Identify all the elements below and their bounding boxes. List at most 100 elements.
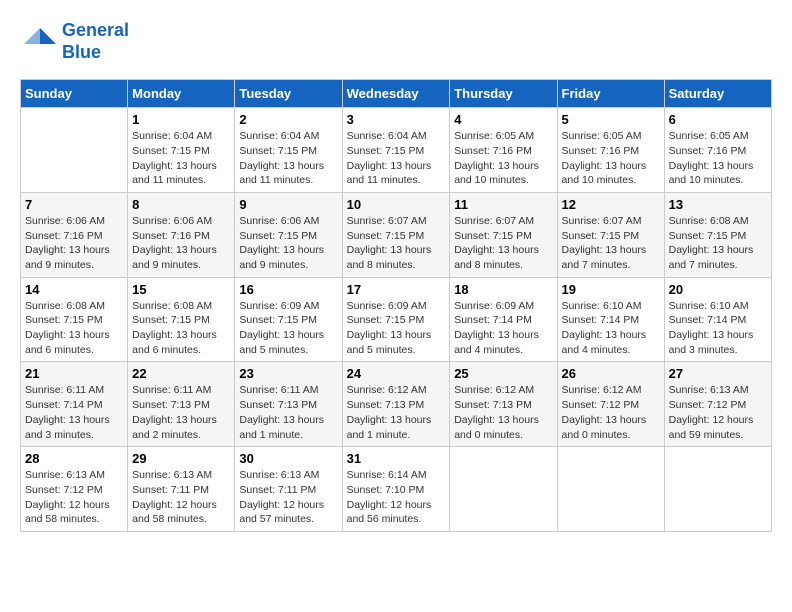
day-number: 7 bbox=[25, 197, 123, 212]
calendar-cell: 27 Sunrise: 6:13 AM Sunset: 7:12 PM Dayli… bbox=[664, 362, 771, 447]
day-info: Sunrise: 6:12 AM Sunset: 7:12 PM Dayligh… bbox=[562, 383, 660, 442]
day-number: 8 bbox=[132, 197, 230, 212]
header-thursday: Thursday bbox=[450, 80, 557, 108]
page-header: General Blue bbox=[20, 20, 772, 63]
day-info: Sunrise: 6:08 AM Sunset: 7:15 PM Dayligh… bbox=[132, 299, 230, 358]
calendar-cell: 2 Sunrise: 6:04 AM Sunset: 7:15 PM Daylig… bbox=[235, 108, 342, 193]
day-number: 4 bbox=[454, 112, 552, 127]
calendar-cell: 23Sunrise: 6:11 AM Sunset: 7:13 PM Dayli… bbox=[235, 362, 342, 447]
day-number: 26 bbox=[562, 366, 660, 381]
day-number: 6 bbox=[669, 112, 767, 127]
calendar-cell: 15 Sunrise: 6:08 AM Sunset: 7:15 PM Dayli… bbox=[128, 277, 235, 362]
calendar-cell: 18 Sunrise: 6:09 AM Sunset: 7:14 PM Dayli… bbox=[450, 277, 557, 362]
day-info: Sunrise: 6:12 AM Sunset: 7:13 PM Dayligh… bbox=[347, 383, 446, 442]
calendar-cell: 16 Sunrise: 6:09 AM Sunset: 7:15 PM Dayli… bbox=[235, 277, 342, 362]
day-number: 19 bbox=[562, 282, 660, 297]
calendar-table: SundayMondayTuesdayWednesdayThursdayFrid… bbox=[20, 79, 772, 532]
calendar-cell: 10 Sunrise: 6:07 AM Sunset: 7:15 PM Dayli… bbox=[342, 192, 450, 277]
calendar-cell: 20 Sunrise: 6:10 AM Sunset: 7:14 PM Dayli… bbox=[664, 277, 771, 362]
day-info: Sunrise: 6:06 AM Sunset: 7:15 PM Dayligh… bbox=[239, 214, 337, 273]
calendar-cell bbox=[450, 447, 557, 532]
day-info: Sunrise: 6:08 AM Sunset: 7:15 PM Dayligh… bbox=[669, 214, 767, 273]
day-info: Sunrise: 6:12 AM Sunset: 7:13 PM Dayligh… bbox=[454, 383, 552, 442]
day-number: 12 bbox=[562, 197, 660, 212]
day-info: Sunrise: 6:11 AM Sunset: 7:14 PM Dayligh… bbox=[25, 383, 123, 442]
day-info: Sunrise: 6:06 AM Sunset: 7:16 PM Dayligh… bbox=[25, 214, 123, 273]
day-info: Sunrise: 6:10 AM Sunset: 7:14 PM Dayligh… bbox=[669, 299, 767, 358]
day-info: Sunrise: 6:07 AM Sunset: 7:15 PM Dayligh… bbox=[562, 214, 660, 273]
header-friday: Friday bbox=[557, 80, 664, 108]
calendar-week-4: 21Sunrise: 6:11 AM Sunset: 7:14 PM Dayli… bbox=[21, 362, 772, 447]
day-number: 10 bbox=[347, 197, 446, 212]
calendar-cell: 5Sunrise: 6:05 AM Sunset: 7:16 PM Daylig… bbox=[557, 108, 664, 193]
calendar-cell: 31Sunrise: 6:14 AM Sunset: 7:10 PM Dayli… bbox=[342, 447, 450, 532]
calendar-cell: 4Sunrise: 6:05 AM Sunset: 7:16 PM Daylig… bbox=[450, 108, 557, 193]
calendar-cell: 13 Sunrise: 6:08 AM Sunset: 7:15 PM Dayli… bbox=[664, 192, 771, 277]
day-number: 20 bbox=[669, 282, 767, 297]
day-number: 17 bbox=[347, 282, 446, 297]
calendar-cell bbox=[557, 447, 664, 532]
day-number: 15 bbox=[132, 282, 230, 297]
day-number: 3 bbox=[347, 112, 446, 127]
day-info: Sunrise: 6:05 AM Sunset: 7:16 PM Dayligh… bbox=[669, 129, 767, 188]
day-info: Sunrise: 6:04 AM Sunset: 7:15 PM Dayligh… bbox=[347, 129, 446, 188]
header-monday: Monday bbox=[128, 80, 235, 108]
header-saturday: Saturday bbox=[664, 80, 771, 108]
day-info: Sunrise: 6:13 AM Sunset: 7:12 PM Dayligh… bbox=[25, 468, 123, 527]
day-number: 9 bbox=[239, 197, 337, 212]
calendar-cell: 7 Sunrise: 6:06 AM Sunset: 7:16 PM Daylig… bbox=[21, 192, 128, 277]
day-info: Sunrise: 6:09 AM Sunset: 7:15 PM Dayligh… bbox=[347, 299, 446, 358]
logo-text: General Blue bbox=[62, 20, 129, 63]
day-number: 13 bbox=[669, 197, 767, 212]
day-info: Sunrise: 6:06 AM Sunset: 7:16 PM Dayligh… bbox=[132, 214, 230, 273]
calendar-cell: 24 Sunrise: 6:12 AM Sunset: 7:13 PM Dayli… bbox=[342, 362, 450, 447]
day-info: Sunrise: 6:09 AM Sunset: 7:14 PM Dayligh… bbox=[454, 299, 552, 358]
day-number: 14 bbox=[25, 282, 123, 297]
calendar-cell: 19 Sunrise: 6:10 AM Sunset: 7:14 PM Dayli… bbox=[557, 277, 664, 362]
day-number: 31 bbox=[347, 451, 446, 466]
day-info: Sunrise: 6:07 AM Sunset: 7:15 PM Dayligh… bbox=[347, 214, 446, 273]
calendar-cell: 8 Sunrise: 6:06 AM Sunset: 7:16 PM Daylig… bbox=[128, 192, 235, 277]
calendar-header-row: SundayMondayTuesdayWednesdayThursdayFrid… bbox=[21, 80, 772, 108]
calendar-cell: 3 Sunrise: 6:04 AM Sunset: 7:15 PM Daylig… bbox=[342, 108, 450, 193]
calendar-cell: 21Sunrise: 6:11 AM Sunset: 7:14 PM Dayli… bbox=[21, 362, 128, 447]
day-info: Sunrise: 6:11 AM Sunset: 7:13 PM Dayligh… bbox=[132, 383, 230, 442]
day-info: Sunrise: 6:13 AM Sunset: 7:11 PM Dayligh… bbox=[239, 468, 337, 527]
calendar-cell: 6 Sunrise: 6:05 AM Sunset: 7:16 PM Daylig… bbox=[664, 108, 771, 193]
calendar-cell: 30Sunrise: 6:13 AM Sunset: 7:11 PM Dayli… bbox=[235, 447, 342, 532]
day-number: 16 bbox=[239, 282, 337, 297]
calendar-cell: 28 Sunrise: 6:13 AM Sunset: 7:12 PM Dayli… bbox=[21, 447, 128, 532]
day-number: 2 bbox=[239, 112, 337, 127]
day-info: Sunrise: 6:07 AM Sunset: 7:15 PM Dayligh… bbox=[454, 214, 552, 273]
calendar-cell: 29 Sunrise: 6:13 AM Sunset: 7:11 PM Dayli… bbox=[128, 447, 235, 532]
day-number: 18 bbox=[454, 282, 552, 297]
day-info: Sunrise: 6:04 AM Sunset: 7:15 PM Dayligh… bbox=[239, 129, 337, 188]
day-number: 5 bbox=[562, 112, 660, 127]
day-number: 24 bbox=[347, 366, 446, 381]
day-number: 28 bbox=[25, 451, 123, 466]
day-number: 29 bbox=[132, 451, 230, 466]
calendar-cell: 26 Sunrise: 6:12 AM Sunset: 7:12 PM Dayli… bbox=[557, 362, 664, 447]
day-info: Sunrise: 6:13 AM Sunset: 7:11 PM Dayligh… bbox=[132, 468, 230, 527]
day-info: Sunrise: 6:10 AM Sunset: 7:14 PM Dayligh… bbox=[562, 299, 660, 358]
calendar-cell: 25Sunrise: 6:12 AM Sunset: 7:13 PM Dayli… bbox=[450, 362, 557, 447]
day-info: Sunrise: 6:11 AM Sunset: 7:13 PM Dayligh… bbox=[239, 383, 337, 442]
calendar-week-5: 28 Sunrise: 6:13 AM Sunset: 7:12 PM Dayli… bbox=[21, 447, 772, 532]
calendar-cell: 14 Sunrise: 6:08 AM Sunset: 7:15 PM Dayli… bbox=[21, 277, 128, 362]
day-info: Sunrise: 6:09 AM Sunset: 7:15 PM Dayligh… bbox=[239, 299, 337, 358]
calendar-week-3: 14 Sunrise: 6:08 AM Sunset: 7:15 PM Dayli… bbox=[21, 277, 772, 362]
calendar-cell: 22Sunrise: 6:11 AM Sunset: 7:13 PM Dayli… bbox=[128, 362, 235, 447]
calendar-cell: 11Sunrise: 6:07 AM Sunset: 7:15 PM Dayli… bbox=[450, 192, 557, 277]
day-info: Sunrise: 6:04 AM Sunset: 7:15 PM Dayligh… bbox=[132, 129, 230, 188]
logo-icon bbox=[20, 24, 56, 60]
header-sunday: Sunday bbox=[21, 80, 128, 108]
day-info: Sunrise: 6:13 AM Sunset: 7:12 PM Dayligh… bbox=[669, 383, 767, 442]
calendar-cell bbox=[664, 447, 771, 532]
calendar-cell: 1 Sunrise: 6:04 AM Sunset: 7:15 PM Daylig… bbox=[128, 108, 235, 193]
header-tuesday: Tuesday bbox=[235, 80, 342, 108]
calendar-week-2: 7 Sunrise: 6:06 AM Sunset: 7:16 PM Daylig… bbox=[21, 192, 772, 277]
day-info: Sunrise: 6:08 AM Sunset: 7:15 PM Dayligh… bbox=[25, 299, 123, 358]
calendar-week-1: 1 Sunrise: 6:04 AM Sunset: 7:15 PM Daylig… bbox=[21, 108, 772, 193]
day-number: 1 bbox=[132, 112, 230, 127]
day-number: 27 bbox=[669, 366, 767, 381]
